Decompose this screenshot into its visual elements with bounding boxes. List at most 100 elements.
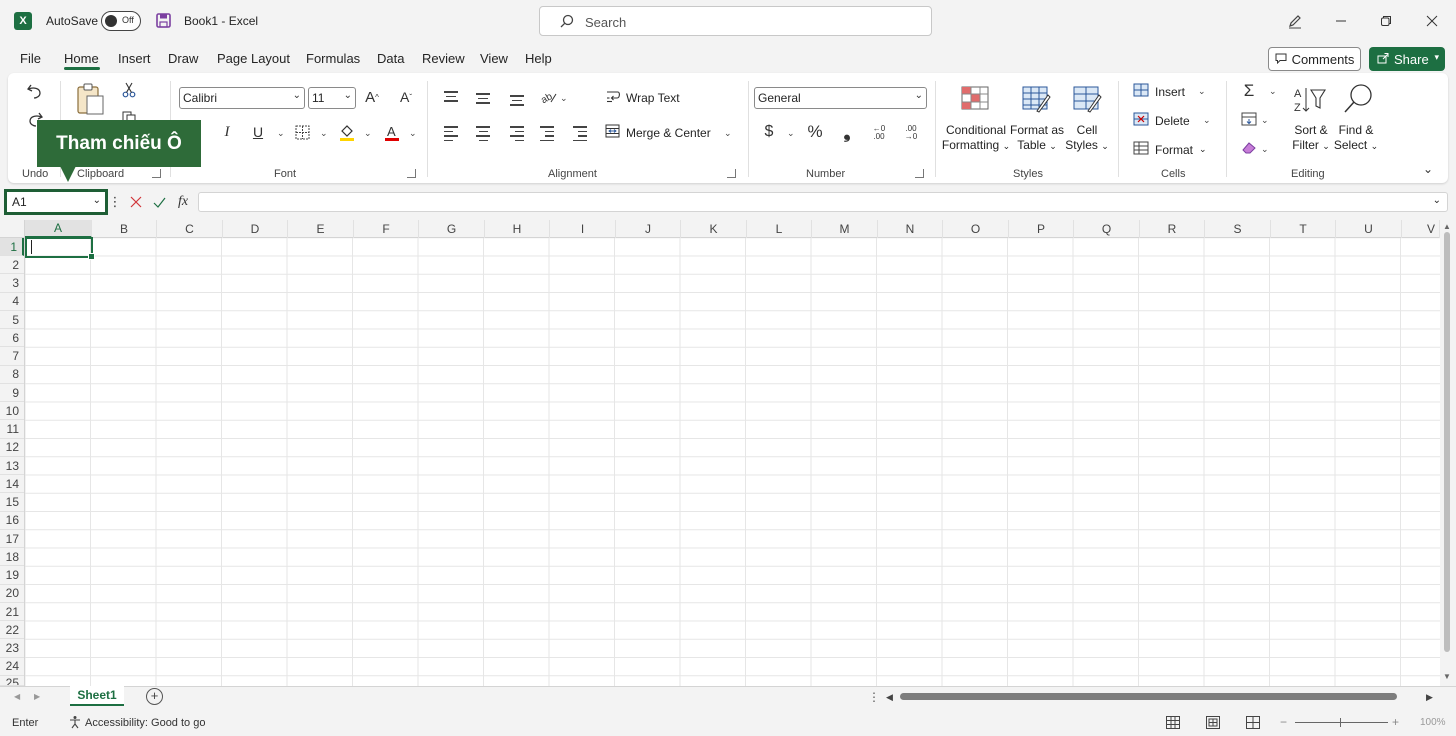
underline-icon[interactable]: U bbox=[250, 122, 266, 142]
column-header[interactable]: N bbox=[878, 220, 943, 238]
column-header[interactable]: U bbox=[1336, 220, 1402, 238]
chevron-down-icon[interactable]: ⌄ bbox=[93, 195, 101, 206]
cell-grid[interactable] bbox=[25, 238, 1440, 686]
row-header[interactable]: 1 bbox=[0, 238, 24, 256]
zoom-level[interactable]: 100% bbox=[1420, 717, 1446, 728]
tab-help[interactable]: Help bbox=[525, 51, 552, 66]
zoom-in-icon[interactable]: + bbox=[1392, 715, 1399, 729]
horizontal-scroll-thumb[interactable] bbox=[900, 693, 1397, 700]
font-color-icon[interactable]: A bbox=[381, 121, 403, 143]
decrease-indent-icon[interactable] bbox=[540, 126, 554, 144]
autosum-icon[interactable]: Σ bbox=[1240, 81, 1258, 101]
column-header[interactable]: I bbox=[550, 220, 616, 238]
chevron-down-icon[interactable]: ⌄ bbox=[409, 128, 417, 139]
more-sheet-options-icon[interactable]: ⋮ bbox=[868, 690, 880, 704]
chevron-down-icon[interactable]: ⌄ bbox=[277, 128, 285, 139]
zoom-slider-handle[interactable] bbox=[1340, 718, 1341, 727]
chevron-down-icon[interactable]: ⌄ bbox=[364, 128, 372, 139]
chevron-down-icon[interactable]: ⌄ bbox=[560, 93, 568, 104]
column-header[interactable]: B bbox=[92, 220, 157, 238]
sort-filter-icon[interactable]: AZ bbox=[1292, 85, 1326, 115]
autosave-toggle[interactable]: Off bbox=[101, 11, 141, 31]
row-header[interactable]: 11 bbox=[0, 421, 24, 439]
row-header[interactable]: 17 bbox=[0, 530, 24, 548]
vertical-scroll-thumb[interactable] bbox=[1444, 232, 1450, 652]
comma-style-icon[interactable]: ❟ bbox=[840, 122, 854, 142]
cell-styles-button[interactable]: Cell Styles ⌄ bbox=[1064, 123, 1110, 154]
row-header[interactable]: 10 bbox=[0, 402, 24, 421]
tab-review[interactable]: Review bbox=[422, 51, 465, 66]
format-cells-button[interactable]: Format ⌄ bbox=[1133, 141, 1207, 158]
column-header[interactable]: S bbox=[1205, 220, 1271, 238]
increase-font-icon[interactable]: A ^ bbox=[362, 87, 382, 107]
row-header[interactable]: 14 bbox=[0, 475, 24, 494]
row-header[interactable]: 13 bbox=[0, 457, 24, 475]
font-size-select[interactable]: 11 ⌄ bbox=[308, 87, 356, 109]
chevron-down-icon[interactable]: ⌄ bbox=[1203, 115, 1211, 126]
percent-icon[interactable]: % bbox=[806, 122, 824, 142]
search-box[interactable]: Search bbox=[539, 6, 932, 36]
decrease-font-icon[interactable]: Aˇ bbox=[396, 87, 416, 107]
scroll-left-icon[interactable]: ◀ bbox=[886, 692, 893, 703]
chevron-down-icon[interactable]: ⌄ bbox=[724, 128, 732, 139]
align-bottom-icon[interactable] bbox=[510, 95, 524, 109]
restore-icon[interactable] bbox=[1374, 10, 1398, 32]
row-header[interactable]: 7 bbox=[0, 348, 24, 366]
align-right-icon[interactable] bbox=[510, 126, 524, 144]
row-header[interactable]: 23 bbox=[0, 640, 24, 658]
format-as-table-icon[interactable] bbox=[1021, 85, 1051, 115]
sheet-tab-sheet1[interactable]: Sheet1 bbox=[70, 686, 124, 706]
row-header[interactable]: 18 bbox=[0, 548, 24, 567]
font-name-select[interactable]: Calibri ⌄ bbox=[179, 87, 305, 109]
tab-view[interactable]: View bbox=[480, 51, 508, 66]
conditional-formatting-icon[interactable] bbox=[960, 85, 990, 115]
tab-page-layout[interactable]: Page Layout bbox=[217, 51, 290, 66]
insert-function-icon[interactable]: fx bbox=[174, 193, 192, 211]
chevron-down-icon[interactable]: ⌄ bbox=[320, 128, 328, 139]
row-header[interactable]: 12 bbox=[0, 439, 24, 457]
more-options-icon[interactable]: ⋮ bbox=[109, 194, 122, 210]
tab-formulas[interactable]: Formulas bbox=[306, 51, 360, 66]
merge-center-button[interactable]: Merge & Center bbox=[605, 124, 711, 141]
currency-icon[interactable]: $ bbox=[762, 122, 776, 142]
row-header[interactable]: 8 bbox=[0, 366, 24, 384]
delete-cells-button[interactable]: Delete bbox=[1133, 112, 1190, 129]
select-all-corner[interactable] bbox=[0, 220, 25, 238]
column-header[interactable]: O bbox=[943, 220, 1009, 238]
column-header[interactable]: E bbox=[288, 220, 354, 238]
row-header[interactable]: 19 bbox=[0, 567, 24, 585]
chevron-down-icon[interactable]: ⌄ bbox=[787, 128, 795, 139]
cancel-entry-icon[interactable] bbox=[128, 194, 144, 210]
scroll-down-icon[interactable]: ▼ bbox=[1443, 672, 1451, 681]
column-header[interactable]: J bbox=[616, 220, 681, 238]
row-header[interactable]: 4 bbox=[0, 293, 24, 311]
increase-decimal-icon[interactable]: ←0.00 bbox=[868, 123, 890, 143]
paste-icon[interactable] bbox=[74, 81, 106, 117]
share-chevron-icon[interactable]: ▾ bbox=[1434, 52, 1439, 63]
row-header[interactable]: 22 bbox=[0, 621, 24, 640]
page-layout-view-icon[interactable] bbox=[1206, 716, 1220, 732]
close-icon[interactable] bbox=[1420, 10, 1444, 32]
alignment-dialog-launcher-icon[interactable] bbox=[727, 169, 736, 178]
tab-insert[interactable]: Insert bbox=[118, 51, 151, 66]
column-header[interactable]: L bbox=[747, 220, 812, 238]
clipboard-dialog-launcher-icon[interactable] bbox=[152, 169, 161, 178]
number-dialog-launcher-icon[interactable] bbox=[915, 169, 924, 178]
tab-draw[interactable]: Draw bbox=[168, 51, 198, 66]
expand-formula-bar-chevron-icon[interactable]: ⌄ bbox=[1433, 195, 1441, 206]
increase-indent-icon[interactable] bbox=[573, 126, 587, 144]
wrap-text-button[interactable]: Wrap Text bbox=[606, 89, 680, 106]
scroll-right-icon[interactable]: ▶ bbox=[1426, 692, 1433, 703]
cell-styles-icon[interactable] bbox=[1072, 85, 1102, 115]
column-header[interactable]: G bbox=[419, 220, 485, 238]
accessibility-icon[interactable] bbox=[69, 715, 83, 732]
minimize-icon[interactable] bbox=[1329, 10, 1353, 32]
add-sheet-icon[interactable]: + bbox=[146, 688, 163, 705]
format-as-table-button[interactable]: Format as Table ⌄ bbox=[1008, 123, 1066, 154]
italic-icon[interactable]: I bbox=[219, 122, 235, 142]
insert-cells-button[interactable]: Insert bbox=[1133, 83, 1185, 100]
collapse-ribbon-chevron-icon[interactable]: ⌄ bbox=[1420, 161, 1436, 177]
page-break-view-icon[interactable] bbox=[1246, 716, 1260, 732]
row-header[interactable]: 20 bbox=[0, 585, 24, 603]
row-header[interactable]: 21 bbox=[0, 603, 24, 621]
